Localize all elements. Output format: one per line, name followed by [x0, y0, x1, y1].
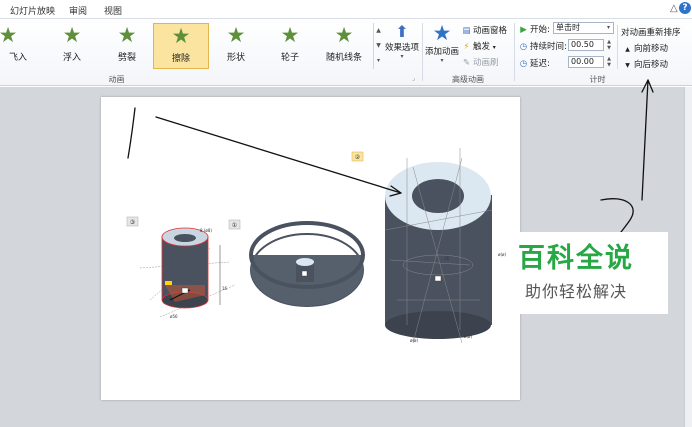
dim-label: 16	[444, 256, 450, 261]
animation-badge-3[interactable]: ③	[126, 216, 139, 227]
dim-label: 16	[222, 286, 228, 291]
dim-label: ø56	[170, 314, 178, 319]
svg-text:②: ②	[355, 154, 361, 161]
large-cylinder[interactable]: 16 ø(ø) ø(ø) ø(ø)	[384, 148, 506, 344]
watermark-title: 百科全说	[518, 243, 634, 274]
ring-shape[interactable]	[249, 221, 365, 307]
slide-drawing: 16 ø(ø) ø(ø) ø(ø) 8 (ø8) 16 ø56 ③ ① ②	[126, 79, 654, 344]
dim-label: ø(ø)	[498, 252, 506, 257]
small-cylinder[interactable]: 8 (ø8) 16 ø56	[139, 227, 236, 319]
svg-text:③: ③	[130, 219, 135, 226]
animation-badge-2[interactable]: ②	[351, 151, 364, 162]
animation-badge-1[interactable]: ①	[228, 219, 241, 230]
large-cylinder-hole	[412, 179, 464, 213]
dim-label: ø(ø)	[410, 338, 418, 343]
dim-label: 8 (ø8)	[200, 228, 212, 233]
dim-label: ø(ø)	[464, 334, 472, 339]
watermark: 百科全说 助你轻松解决	[508, 232, 668, 314]
svg-text:①: ①	[232, 222, 237, 229]
large-cylinder-bottom	[385, 311, 491, 339]
watermark-subtitle: 助你轻松解决	[525, 282, 628, 301]
